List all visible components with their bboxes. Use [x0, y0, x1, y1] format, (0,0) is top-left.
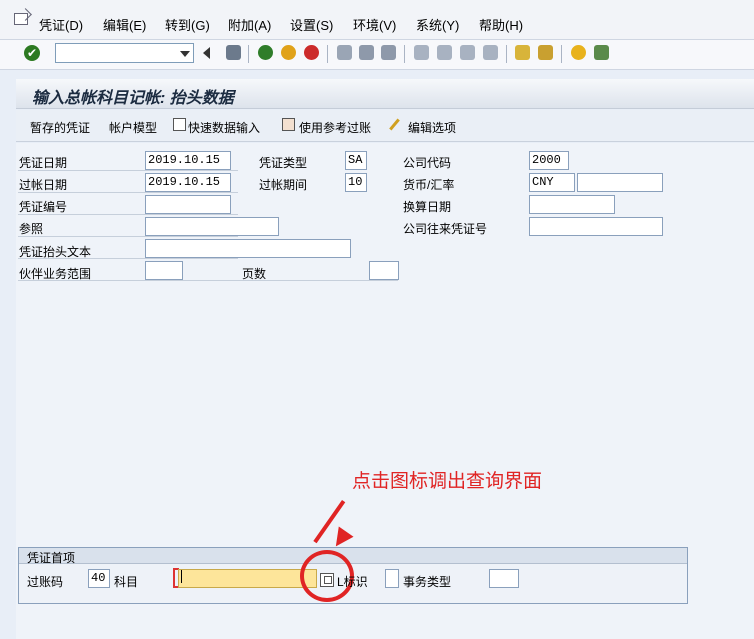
translation-date-field[interactable]	[529, 195, 615, 214]
layout-icon[interactable]	[594, 45, 609, 60]
back-icon[interactable]	[258, 45, 273, 60]
row-divider	[18, 170, 238, 171]
menu-document[interactable]: 凭证(D)	[39, 15, 83, 34]
row-divider	[18, 192, 238, 193]
document-type-field[interactable]: SA	[345, 151, 367, 170]
account-label: 科目	[114, 575, 139, 589]
toolbar-separator	[506, 45, 507, 63]
toolbar-separator	[561, 45, 562, 63]
held-document-button[interactable]: 暂存的凭证	[30, 119, 90, 136]
command-field[interactable]	[55, 43, 194, 63]
group-title: 凭证首项	[27, 551, 76, 565]
menu-goto[interactable]: 转到(G)	[165, 15, 210, 34]
reference-label: 参照	[19, 222, 44, 236]
group-header: 凭证首项	[19, 548, 687, 565]
annotation-text: 点击图标调出查询界面	[352, 470, 543, 492]
shortcut-icon[interactable]	[538, 45, 553, 60]
next-page-icon[interactable]	[460, 45, 475, 60]
find-next-icon[interactable]	[381, 45, 396, 60]
company-code-label: 公司代码	[403, 156, 452, 170]
posting-key-label: 过账码	[27, 575, 64, 589]
row-divider	[18, 236, 238, 237]
translation-date-label: 换算日期	[403, 200, 452, 214]
posting-date-field[interactable]: 2019.10.15	[145, 173, 231, 192]
window-menu-icon[interactable]	[14, 13, 28, 25]
post-with-reference-button[interactable]: 使用参考过账	[299, 119, 371, 136]
last-page-icon[interactable]	[483, 45, 498, 60]
text-cursor	[181, 570, 182, 583]
fast-entry-icon	[173, 118, 186, 131]
toolbar-separator	[404, 45, 405, 63]
toolbar-separator	[248, 45, 249, 63]
menu-system[interactable]: 系统(Y)	[416, 15, 459, 34]
enter-icon[interactable]: ✔	[24, 45, 40, 61]
find-icon[interactable]	[359, 45, 374, 60]
toolbar-separator	[327, 45, 328, 63]
post-reference-icon	[282, 118, 295, 131]
document-date-label: 凭证日期	[19, 156, 68, 170]
menu-settings[interactable]: 设置(S)	[290, 15, 333, 34]
first-page-icon[interactable]	[414, 45, 429, 60]
editing-options-button[interactable]: 编辑选项	[408, 119, 456, 136]
print-icon[interactable]	[337, 45, 352, 60]
pencil-icon	[389, 118, 400, 131]
exchange-rate-field[interactable]	[577, 173, 663, 192]
special-gl-label: L标识	[337, 575, 368, 589]
application-toolbar: 暂存的凭证 帐户模型 快速数据输入 使用参考过账 编辑选项	[16, 110, 754, 142]
currency-field[interactable]: CNY	[529, 173, 575, 192]
account-field[interactable]	[178, 569, 317, 588]
prev-page-icon[interactable]	[437, 45, 452, 60]
transaction-type-field[interactable]	[489, 569, 519, 588]
menu-edit[interactable]: 编辑(E)	[103, 15, 146, 34]
posting-date-label: 过帐日期	[19, 178, 68, 192]
document-number-label: 凭证编号	[19, 200, 68, 214]
menu-extras[interactable]: 附加(A)	[228, 15, 271, 34]
row-divider	[18, 280, 398, 281]
reference-field[interactable]	[145, 217, 279, 236]
cross-cc-number-field[interactable]	[529, 217, 663, 236]
title-bar: 输入总帐科目记帐: 抬头数据	[16, 79, 754, 109]
row-divider	[18, 214, 238, 215]
exit-icon[interactable]	[281, 45, 296, 60]
posting-key-field[interactable]: 40	[88, 569, 110, 588]
menu-environment[interactable]: 环境(V)	[353, 15, 396, 34]
special-gl-field[interactable]	[385, 569, 399, 588]
transaction-type-label: 事务类型	[403, 575, 452, 589]
document-date-field[interactable]: 2019.10.15	[145, 151, 231, 170]
partner-business-area-field[interactable]	[145, 261, 183, 280]
company-code-field[interactable]: 2000	[529, 151, 569, 170]
page-title: 输入总帐科目记帐: 抬头数据	[32, 90, 234, 107]
new-session-icon[interactable]	[515, 45, 530, 60]
account-model-button[interactable]: 帐户模型	[109, 119, 157, 136]
currency-rate-label: 货币/汇率	[403, 178, 455, 192]
row-divider	[18, 258, 238, 259]
menu-help[interactable]: 帮助(H)	[479, 15, 523, 34]
posting-period-label: 过帐期间	[259, 178, 308, 192]
document-number-field[interactable]	[145, 195, 231, 214]
document-type-label: 凭证类型	[259, 156, 308, 170]
header-text-field[interactable]	[145, 239, 351, 258]
posting-period-field[interactable]: 10	[345, 173, 367, 192]
cross-cc-number-label: 公司往来凭证号	[403, 222, 488, 236]
menu-bar: 凭证(D) 编辑(E) 转到(G) 附加(A) 设置(S) 环境(V) 系统(Y…	[0, 0, 754, 40]
cancel-icon[interactable]	[304, 45, 319, 60]
chevron-down-icon[interactable]	[180, 51, 190, 57]
pages-field[interactable]	[369, 261, 399, 280]
fast-entry-button[interactable]: 快速数据输入	[188, 119, 260, 136]
standard-toolbar: ✔	[0, 40, 754, 70]
save-icon[interactable]	[226, 45, 241, 60]
help-icon[interactable]	[571, 45, 586, 60]
triangle-left-icon[interactable]	[203, 47, 210, 59]
